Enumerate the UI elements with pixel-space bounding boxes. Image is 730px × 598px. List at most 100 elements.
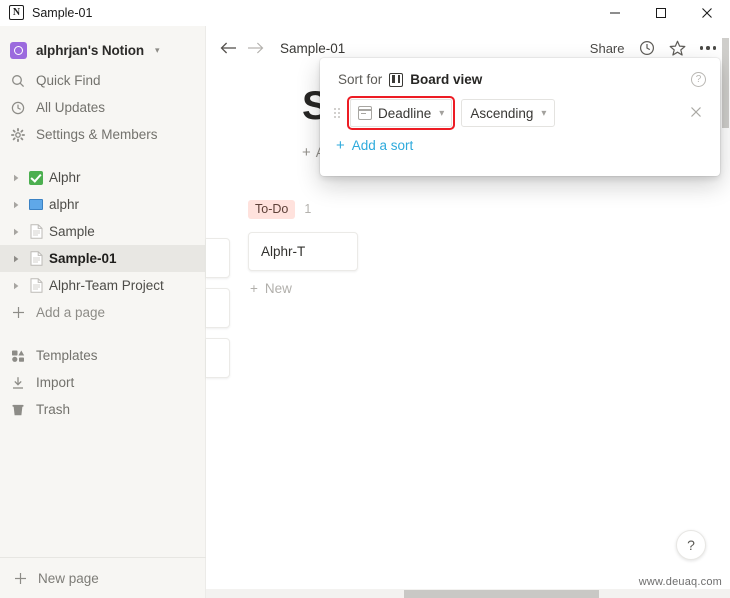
- notion-logo-icon: N: [9, 5, 24, 20]
- sidebar-add-a-page[interactable]: Add a page: [0, 299, 205, 326]
- more-options-icon[interactable]: [699, 46, 716, 50]
- sidebar-add-page-label: Add a page: [36, 305, 106, 320]
- clock-icon[interactable]: [639, 40, 655, 56]
- forward-arrow-icon[interactable]: [247, 41, 264, 55]
- trash-icon: [10, 402, 26, 418]
- page-icon: [27, 251, 45, 266]
- sidebar-item-quick-find[interactable]: Quick Find: [0, 67, 205, 94]
- watermark: www.deuaq.com: [638, 576, 722, 588]
- sidebar-page-alphr-lower[interactable]: alphr: [0, 191, 205, 218]
- sort-direction-label: Ascending: [470, 105, 534, 121]
- board-column-count: 1: [304, 202, 312, 216]
- sidebar-item-settings-members[interactable]: Settings & Members: [0, 121, 205, 148]
- chevron-right-icon[interactable]: [8, 201, 23, 209]
- horizontal-scrollbar-thumb[interactable]: [404, 590, 599, 598]
- close-button[interactable]: [684, 0, 730, 26]
- horizontal-scrollbar[interactable]: [206, 589, 730, 598]
- sidebar-page-label: alphr: [49, 197, 80, 212]
- page-icon: [27, 278, 45, 293]
- chevron-right-icon[interactable]: [8, 228, 23, 236]
- sort-rule-row: Deadline ▾ Ascending ▾: [320, 87, 720, 130]
- title-bar-left: N Sample-01: [0, 5, 92, 20]
- sort-direction-select[interactable]: Ascending ▾: [461, 99, 556, 127]
- sort-popup-view-name: Board view: [410, 72, 483, 87]
- sidebar-page-alphr-team-project[interactable]: Alphr-Team Project: [0, 272, 205, 299]
- remove-sort-icon[interactable]: [690, 105, 706, 121]
- top-bar-actions: Share: [590, 40, 716, 57]
- sidebar-page-sample[interactable]: Sample: [0, 218, 205, 245]
- add-a-sort-button[interactable]: + Add a sort: [320, 127, 720, 153]
- sidebar-item-all-updates[interactable]: All Updates: [0, 94, 205, 121]
- sidebar-item-label: Quick Find: [36, 73, 101, 88]
- sort-property-select[interactable]: Deadline ▾: [346, 96, 456, 130]
- share-button[interactable]: Share: [590, 41, 625, 56]
- back-arrow-icon[interactable]: [220, 41, 237, 55]
- sidebar-item-import[interactable]: Import: [0, 369, 205, 396]
- import-icon: [10, 375, 26, 391]
- sidebar-page-label: Alphr-Team Project: [49, 278, 164, 293]
- search-icon: [10, 73, 26, 89]
- workspace-switcher[interactable]: alphrjan's Notion ▾: [0, 33, 205, 67]
- sidebar-item-label: Templates: [36, 348, 98, 363]
- board-view-icon: [389, 72, 404, 87]
- green-check-emoji-icon: [27, 170, 45, 185]
- sidebar-page-label: Sample-01: [49, 251, 117, 266]
- sidebar-item-label: Import: [36, 375, 75, 390]
- new-page-button[interactable]: New page: [0, 558, 206, 598]
- vertical-scrollbar[interactable]: [721, 26, 730, 579]
- sort-popup-header: Sort for Board view ?: [320, 58, 720, 87]
- sidebar-item-trash[interactable]: Trash: [0, 396, 205, 423]
- sidebar-item-label: All Updates: [36, 100, 106, 115]
- board-view: To-Do 1 Alphr-T + New: [206, 198, 730, 538]
- plus-icon: [10, 305, 26, 321]
- new-page-label: New page: [38, 570, 99, 586]
- chevron-right-icon[interactable]: [8, 174, 23, 182]
- gear-icon: [10, 127, 26, 143]
- laptop-emoji-icon: [27, 199, 45, 210]
- chevron-updown-icon: ▾: [155, 44, 160, 55]
- chevron-right-icon[interactable]: [8, 255, 23, 263]
- plus-icon: +: [302, 144, 311, 161]
- plus-icon: +: [250, 281, 258, 296]
- sidebar-item-label: Settings & Members: [36, 127, 158, 142]
- workspace-avatar: [10, 41, 27, 59]
- board-column-header[interactable]: To-Do 1: [248, 198, 358, 220]
- question-mark-icon[interactable]: ?: [691, 72, 706, 87]
- board-add-card-label: New: [264, 281, 292, 296]
- sidebar-page-sample-01[interactable]: Sample-01: [0, 245, 205, 272]
- sort-popup: Sort for Board view ? Deadline ▾ Ascendi…: [320, 58, 720, 176]
- vertical-scrollbar-thumb[interactable]: [722, 38, 729, 128]
- minimize-button[interactable]: [592, 0, 638, 26]
- chevron-down-icon: ▾: [439, 107, 445, 119]
- main-content: Sample-01 Share Sample-01 + Add a view P…: [206, 26, 730, 598]
- board-column-todo: To-Do 1 Alphr-T + New: [248, 198, 358, 306]
- clock-icon: [10, 100, 26, 116]
- help-button[interactable]: ?: [676, 530, 706, 560]
- sort-property-label: Deadline: [378, 105, 432, 121]
- board-add-card-button[interactable]: + New: [248, 271, 358, 306]
- board-card[interactable]: Alphr-T: [248, 232, 358, 271]
- sidebar-footer: New page: [0, 557, 206, 598]
- notion-desktop-window: N Sample-01 alphrjan's Notion ▾ Quick Fi…: [0, 0, 730, 598]
- sidebar-page-label: Alphr: [49, 170, 81, 185]
- window-controls: [592, 0, 730, 26]
- calendar-icon: [358, 106, 372, 120]
- drag-handle-icon[interactable]: [334, 108, 340, 118]
- plus-icon: [12, 570, 28, 586]
- plus-icon: +: [336, 137, 345, 154]
- breadcrumb[interactable]: Sample-01: [280, 41, 345, 56]
- maximize-button[interactable]: [638, 0, 684, 26]
- star-icon[interactable]: [669, 40, 686, 57]
- board-card-partial[interactable]: [206, 338, 230, 378]
- sidebar: alphrjan's Notion ▾ Quick Find All Updat…: [0, 26, 206, 598]
- templates-icon: [10, 348, 26, 364]
- sidebar-item-templates[interactable]: Templates: [0, 342, 205, 369]
- sidebar-page-alphr[interactable]: Alphr: [0, 164, 205, 191]
- page-icon: [27, 224, 45, 239]
- chevron-right-icon[interactable]: [8, 282, 23, 290]
- chevron-down-icon: ▾: [541, 107, 547, 119]
- board-card-partial[interactable]: [206, 288, 230, 328]
- board-card-partial[interactable]: [206, 238, 230, 278]
